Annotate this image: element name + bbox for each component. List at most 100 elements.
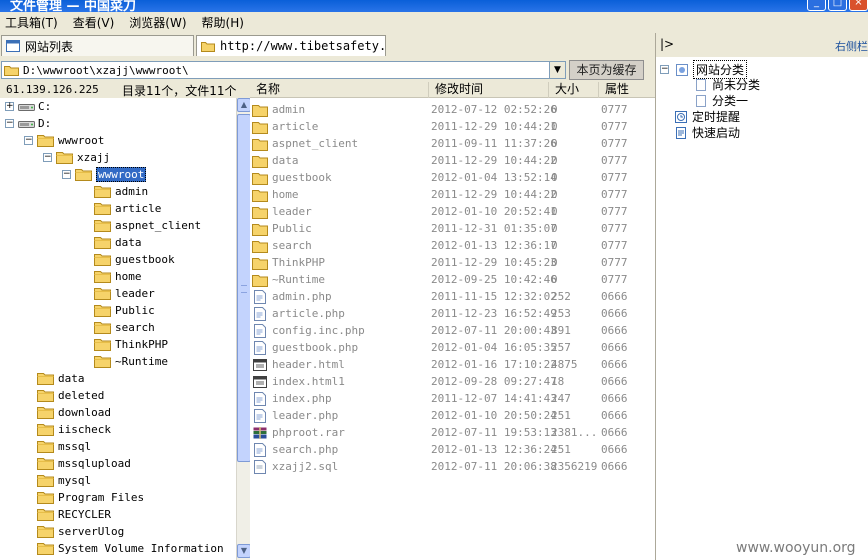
tree-folder[interactable]: article: [81, 200, 161, 216]
file-row[interactable]: Public 2011-12-31 01:35:07 0 0777: [250, 220, 655, 237]
file-row[interactable]: index.html1 2012-09-28 09:27:47 18 0666: [250, 373, 655, 390]
tree-node-label: C:: [38, 99, 52, 113]
file-row[interactable]: config.inc.php 2012-07-11 20:00:43 891 0666: [250, 322, 655, 339]
menu-browser[interactable]: 浏览器(W): [124, 14, 196, 31]
tree-folder[interactable]: download: [24, 404, 111, 420]
file-name: article.php: [272, 307, 345, 320]
tree-folder[interactable]: aspnet_client: [81, 217, 201, 233]
file-row[interactable]: data 2011-12-29 10:44:22 0 0777: [250, 152, 655, 169]
scroll-down-button[interactable]: ▼: [237, 544, 251, 558]
cache-button[interactable]: 本页为缓存: [569, 60, 644, 80]
tree-folder[interactable]: mssql: [24, 438, 91, 454]
file-row[interactable]: ~Runtime 2012-09-25 10:42:46 0 0777: [250, 271, 655, 288]
file-row[interactable]: article 2011-12-29 10:44:21 0 0777: [250, 118, 655, 135]
menu-toolbox[interactable]: 工具箱(T): [0, 14, 68, 31]
tree-node-label: iischeck: [58, 422, 111, 436]
tree-folder[interactable]: − xzajj: [43, 149, 110, 165]
tree-folder[interactable]: System Volume Information: [24, 540, 224, 556]
file-row[interactable]: header.html 2012-01-16 17:10:22 4875 0666: [250, 356, 655, 373]
tree-folder[interactable]: data: [81, 234, 142, 250]
tree-folder[interactable]: Program Files: [24, 489, 144, 505]
item-count: 目录11个，文件11个: [122, 84, 237, 98]
tree-folder[interactable]: RECYCLER: [24, 506, 111, 522]
file-row[interactable]: search.php 2012-01-13 12:36:24 251 0666: [250, 441, 655, 458]
file-row[interactable]: aspnet_client 2011-09-11 11:37:26 0 0777: [250, 135, 655, 152]
tree-folder[interactable]: mysql: [24, 472, 91, 488]
right-tree-node-uncategorized[interactable]: 尚未分类: [694, 76, 760, 93]
menu-help[interactable]: 帮助(H): [197, 14, 254, 31]
path-combobox[interactable]: D:\wwwroot\xzajj\wwwroot\ ▼: [1, 61, 566, 79]
collapse-toggle[interactable]: −: [660, 65, 669, 74]
tree-node-label: serverUlog: [58, 524, 125, 538]
file-row[interactable]: search 2012-01-13 12:36:17 0 0777: [250, 237, 655, 254]
tab-site-list[interactable]: 网站列表: [1, 35, 194, 56]
tree-scrollbar[interactable]: ▲ ▼: [236, 98, 251, 560]
scroll-thumb[interactable]: [237, 114, 251, 462]
tree-node-label: RECYCLER: [58, 507, 111, 521]
file-row[interactable]: index.php 2011-12-07 14:41:43 247 0666: [250, 390, 655, 407]
tree-drive[interactable]: + C:: [5, 98, 51, 114]
file-row[interactable]: leader.php 2012-01-10 20:50:24 251 0666: [250, 407, 655, 424]
tree-folder[interactable]: Public: [81, 302, 155, 318]
expand-toggle[interactable]: +: [5, 101, 14, 111]
tree-folder[interactable]: − wwwroot: [24, 132, 104, 148]
tree-node-label: data: [115, 235, 142, 249]
file-row[interactable]: admin.php 2011-11-15 12:32:02 252 0666: [250, 288, 655, 305]
tree-folder[interactable]: home: [81, 268, 142, 284]
file-row[interactable]: phproot.rar 2012-07-11 19:53:13 2381... 066…: [250, 424, 655, 441]
file-attributes: 0666: [601, 392, 628, 405]
tree-folder[interactable]: data: [24, 370, 85, 386]
file-modified: 2012-01-13 12:36:17: [431, 239, 557, 252]
file-row[interactable]: guestbook.php 2012-01-04 16:05:35 257 0666: [250, 339, 655, 356]
tab-file-manager[interactable]: http://www.tibetsafety.g...: [196, 35, 386, 56]
scroll-up-button[interactable]: ▲: [237, 98, 251, 112]
collapse-arrow-icon[interactable]: |>: [660, 37, 674, 51]
right-tree-node-quick-launch[interactable]: 快速启动: [674, 124, 740, 141]
column-attributes[interactable]: 属性: [598, 82, 655, 98]
file-modified: 2012-09-25 10:42:46: [431, 273, 557, 286]
file-row[interactable]: admin 2012-07-12 02:52:26 0 0777: [250, 101, 655, 118]
tree-folder[interactable]: iischeck: [24, 421, 111, 437]
file-row[interactable]: leader 2012-01-10 20:52:41 0 0777: [250, 203, 655, 220]
close-button[interactable]: ×: [849, 0, 868, 11]
tree-folder[interactable]: deleted: [24, 387, 104, 403]
tree-drive[interactable]: − D:: [5, 115, 51, 131]
menu-view[interactable]: 查看(V): [68, 14, 125, 31]
tree-folder[interactable]: ~Runtime: [81, 353, 168, 369]
collapse-toggle[interactable]: −: [43, 152, 52, 162]
file-modified: 2011-09-11 11:37:26: [431, 137, 557, 150]
collapse-toggle[interactable]: −: [5, 118, 14, 128]
file-row[interactable]: guestbook 2012-01-04 13:52:14 0 0777: [250, 169, 655, 186]
title-bar[interactable]: 文件管理 — 中国菜刀 _ □ ×: [0, 0, 868, 12]
collapse-toggle[interactable]: −: [24, 135, 33, 145]
column-modified[interactable]: 修改时间: [428, 82, 548, 98]
folder-icon: [94, 270, 111, 283]
file-attributes: 0777: [601, 205, 628, 218]
minimize-button[interactable]: _: [807, 0, 826, 11]
file-modified: 2012-01-04 16:05:35: [431, 341, 557, 354]
folder-icon: [252, 105, 268, 117]
file-row[interactable]: article.php 2011-12-23 16:52:49 253 0666: [250, 305, 655, 322]
folder-icon: [37, 474, 54, 487]
tree-node-label: download: [58, 405, 111, 419]
file-row[interactable]: home 2011-12-29 10:44:22 0 0777: [250, 186, 655, 203]
tree-folder[interactable]: admin: [81, 183, 148, 199]
tree-folder[interactable]: ThinkPHP: [81, 336, 168, 352]
maximize-button[interactable]: □: [828, 0, 847, 11]
right-tree-node-category-one[interactable]: 分类一: [694, 92, 748, 109]
column-name[interactable]: 名称: [250, 82, 428, 98]
file-row[interactable]: xzajj2.sql 2012-07-11 20:06:38 2356219 0666: [250, 458, 655, 475]
tree-folder[interactable]: serverUlog: [24, 523, 124, 539]
column-size[interactable]: 大小: [548, 82, 598, 98]
tree-folder[interactable]: guestbook: [81, 251, 175, 267]
tree-folder[interactable]: − wwwroot: [62, 166, 147, 182]
tree-folder[interactable]: mssqlupload: [24, 455, 131, 471]
file-row[interactable]: ThinkPHP 2011-12-29 10:45:23 0 0777: [250, 254, 655, 271]
right-tree-node-reminder[interactable]: 定时提醒: [674, 108, 740, 125]
chevron-down-icon[interactable]: ▼: [549, 62, 565, 78]
collapse-toggle[interactable]: −: [62, 169, 71, 179]
tree-folder[interactable]: search: [81, 319, 155, 335]
file-name: search: [272, 239, 312, 252]
file-modified: 2011-12-29 10:44:22: [431, 154, 557, 167]
tree-folder[interactable]: leader: [81, 285, 155, 301]
